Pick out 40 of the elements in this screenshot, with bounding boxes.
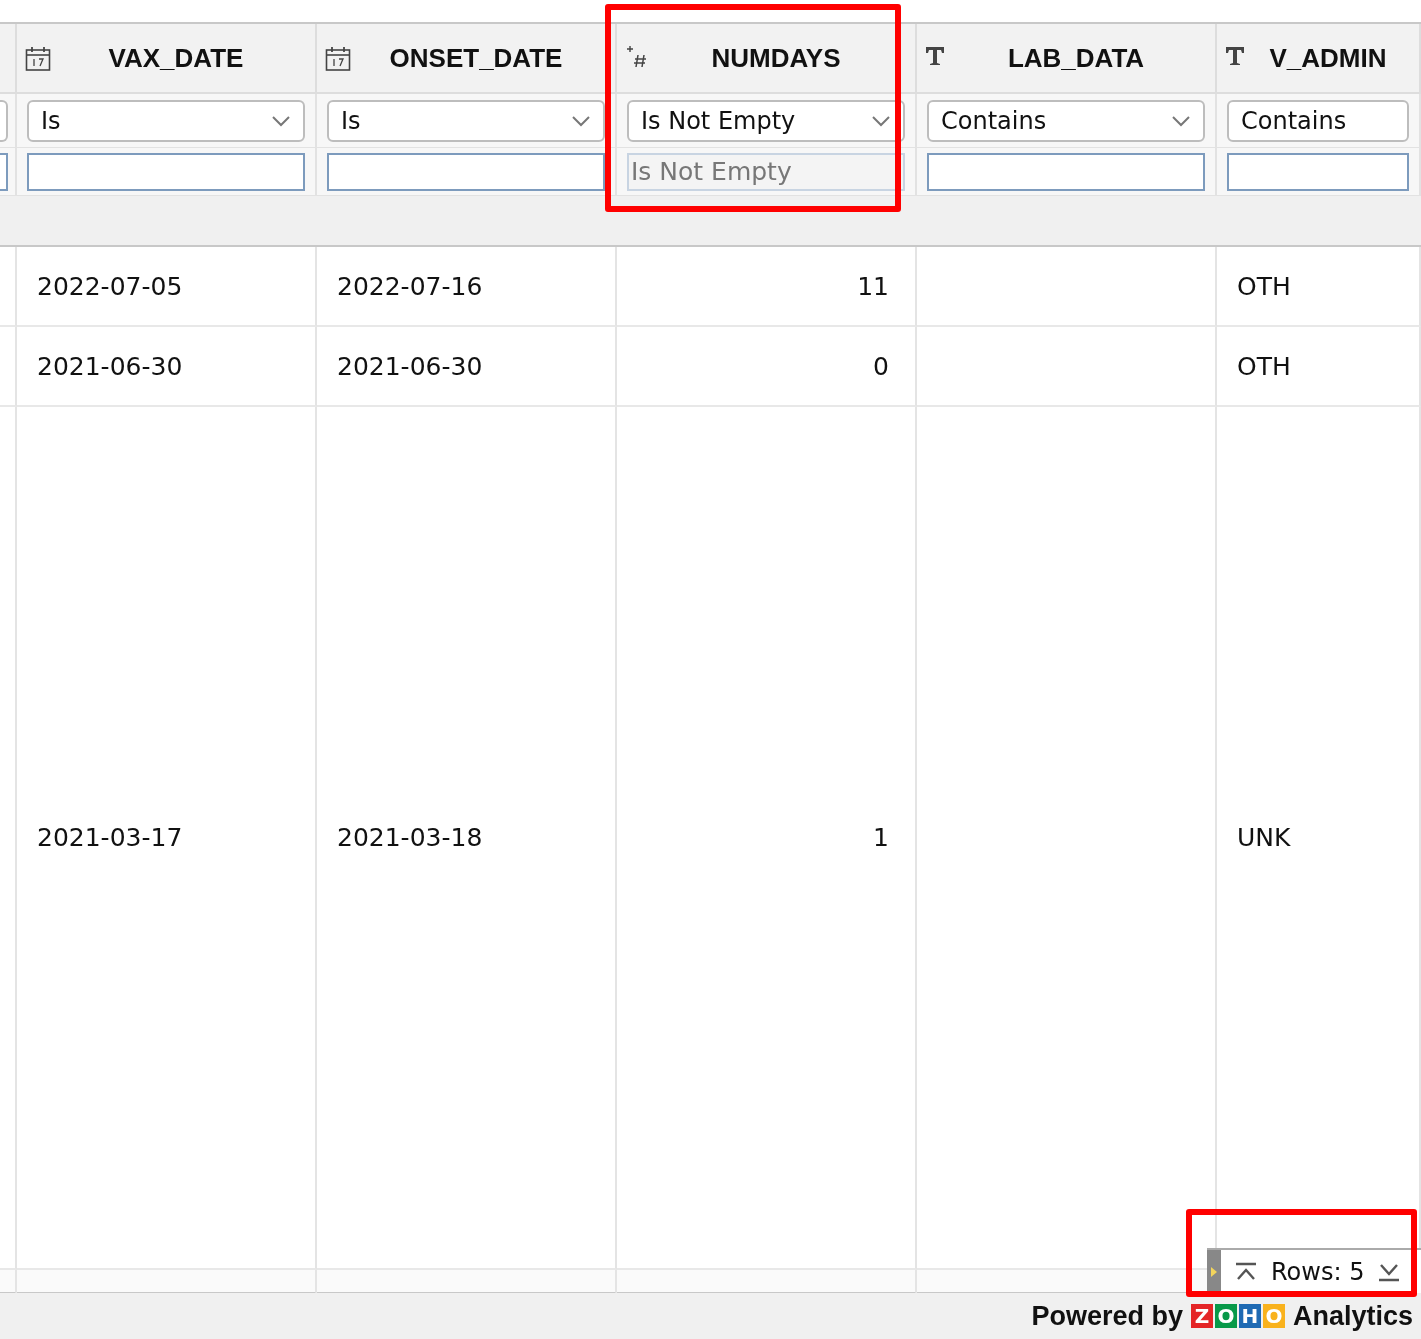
chevron-down-icon <box>271 114 291 127</box>
column-header[interactable]: V_ADMIN <box>1249 42 1387 74</box>
table-cell: 2022-07-05 <box>17 247 317 327</box>
table-cell: 2022-07-16 <box>317 247 617 327</box>
table-cell: 2021-03-17 <box>17 407 317 1270</box>
scroll-to-top-icon[interactable] <box>1235 1261 1257 1282</box>
filter-dropdown[interactable]: Is Not Empty <box>627 99 905 142</box>
powered-by-text: Powered by <box>1031 1300 1183 1332</box>
filter-input[interactable] <box>927 152 1205 191</box>
collapse-handle[interactable] <box>1207 1250 1221 1293</box>
chevron-down-icon <box>571 114 591 127</box>
column-header[interactable]: VAX_DATE <box>88 42 244 74</box>
product-name: Analytics <box>1292 1300 1413 1332</box>
logo-tiles: Z O H O <box>1190 1304 1285 1328</box>
chevron-down-icon <box>871 114 891 127</box>
text-type-icon <box>925 46 945 66</box>
table-cell: 11 <box>617 247 917 327</box>
calendar-icon <box>325 46 351 72</box>
filter-dropdown[interactable]: Contains <box>1227 99 1409 142</box>
table-cell: OTH <box>1217 247 1421 327</box>
filter-dropdown[interactable]: Contains <box>927 99 1205 142</box>
filter-input[interactable] <box>1227 152 1409 191</box>
table-cell: 2021-06-30 <box>17 327 317 407</box>
filter-input[interactable] <box>327 152 605 191</box>
filter-dropdown[interactable]: Is <box>327 99 605 142</box>
table-cell: 2021-03-18 <box>317 407 617 1270</box>
chevron-down-icon <box>1171 114 1191 127</box>
table-cell: 2021-06-30 <box>317 327 617 407</box>
filter-dropdown[interactable]: Is <box>27 99 305 142</box>
calendar-icon <box>25 46 51 72</box>
filter-input[interactable] <box>27 152 305 191</box>
column-header[interactable]: ONSET_DATE <box>369 42 563 74</box>
filter-dropdown[interactable] <box>0 99 8 142</box>
column-header[interactable]: NUMDAYS <box>691 42 841 74</box>
table-cell: OTH <box>1217 327 1421 407</box>
table-cell: 1 <box>617 407 917 1270</box>
text-type-icon <box>1225 46 1245 66</box>
table-cell: 0 <box>617 327 917 407</box>
filter-input[interactable] <box>0 152 8 191</box>
column-header[interactable]: LAB_DATA <box>987 42 1145 74</box>
